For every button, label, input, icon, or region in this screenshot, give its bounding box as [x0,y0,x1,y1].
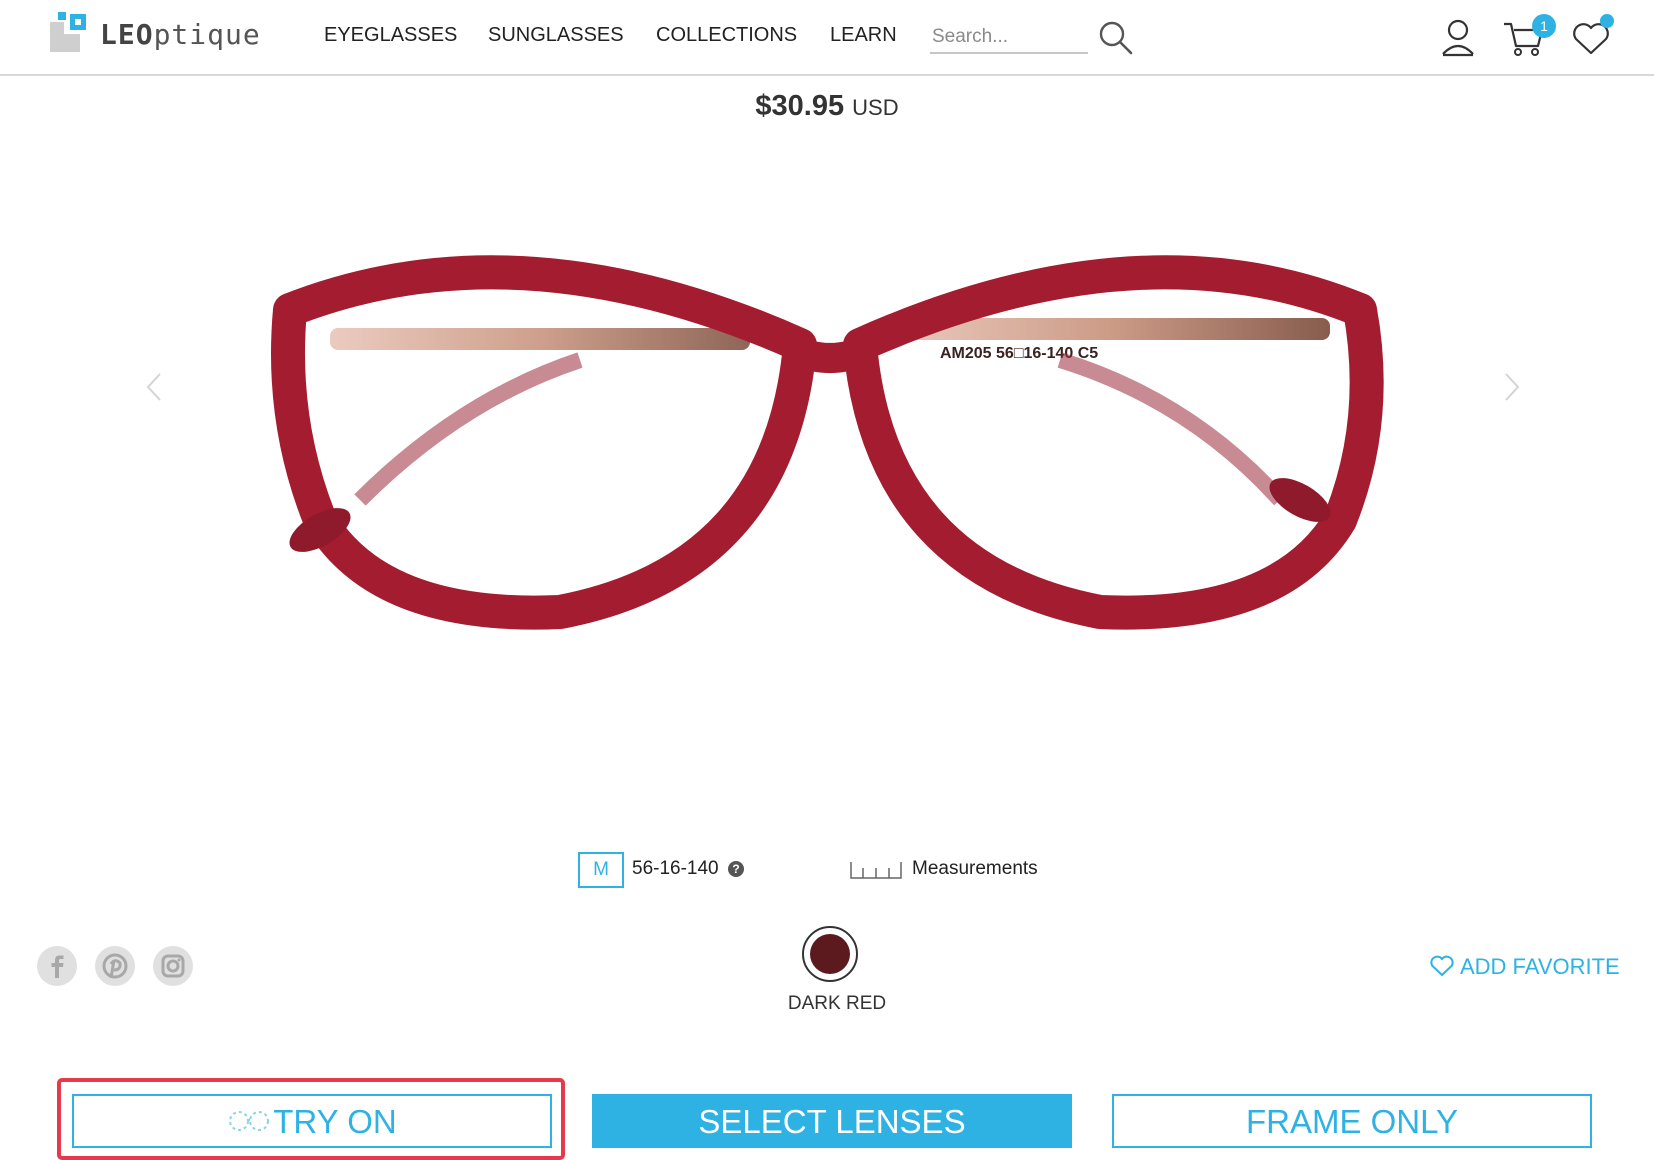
next-image-arrow[interactable] [1502,370,1522,409]
nav-collections[interactable]: COLLECTIONS [656,24,797,47]
nav-learn[interactable]: LEARN [830,24,897,47]
instagram-icon[interactable] [153,946,193,986]
nav-eyeglasses[interactable]: EYEGLASSES [324,24,457,47]
site-header: LEOptique EYEGLASSES SUNGLASSES COLLECTI… [0,0,1654,76]
glasses-icon [229,1111,270,1131]
cart-count-badge: 1 [1532,14,1556,38]
prev-image-arrow[interactable] [144,370,164,409]
help-icon[interactable]: ? [728,861,744,877]
left-temple [330,328,750,350]
product-price: $30.95 USD [755,90,899,122]
try-on-button[interactable]: TRY ON [72,1094,552,1148]
color-swatch-dark-red[interactable] [802,926,858,982]
search-input[interactable] [930,22,1088,54]
bridge [783,334,877,373]
ruler-icon [850,862,902,879]
facebook-icon[interactable] [37,946,77,986]
product-image: AM205 56□16-140 C5 [271,255,1384,630]
brand-logo[interactable]: LEOptique [50,10,260,60]
logo-mark-icon [50,12,86,52]
add-favorite-button[interactable]: ADD FAVORITE [1430,954,1620,980]
size-dimensions: 56-16-140 [632,858,719,879]
select-lenses-button[interactable]: SELECT LENSES [592,1094,1072,1148]
frame-only-button[interactable]: FRAME ONLY [1112,1094,1592,1148]
size-badge[interactable]: M [578,852,624,888]
heart-outline-icon [1430,955,1454,977]
brand-name: LEOptique [100,18,261,51]
left-arm [354,352,583,506]
nav-sunglasses[interactable]: SUNGLASSES [488,24,624,47]
color-swatch-fill [810,934,850,974]
favorites-dot [1600,14,1614,28]
search-icon[interactable] [1098,20,1134,61]
cart-icon[interactable]: 1 [1502,14,1556,63]
user-icon[interactable] [1440,18,1476,63]
right-arm [1057,352,1286,506]
measurements-link[interactable]: Measurements [912,858,1038,880]
heart-icon[interactable] [1572,14,1614,61]
left-rim [271,255,817,630]
pinterest-icon[interactable] [95,946,135,986]
color-name: DARK RED [787,993,887,1014]
